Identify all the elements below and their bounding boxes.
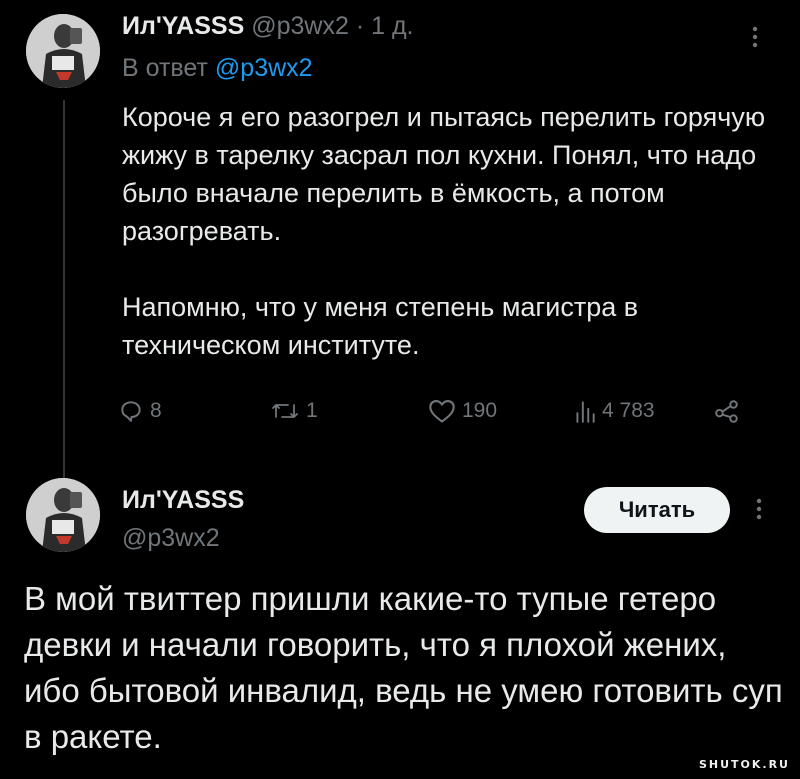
avatar[interactable] <box>26 478 100 552</box>
tweet-text: Короче я его разогрел и пытаясь перелить… <box>122 102 766 360</box>
reply-to-prefix: В ответ <box>122 54 208 82</box>
author-handle[interactable]: @p3wx2 <box>122 524 220 553</box>
more-vertical-icon[interactable] <box>752 26 758 48</box>
heart-icon <box>429 400 455 423</box>
avatar-photo-icon <box>26 478 100 552</box>
bar-chart-icon <box>576 401 595 423</box>
reply-bubble-icon <box>121 401 141 422</box>
avatar[interactable] <box>26 14 100 88</box>
more-vertical-icon[interactable] <box>756 498 762 520</box>
like-count: 190 <box>462 399 498 422</box>
retweet-count: 1 <box>306 399 318 422</box>
author-name[interactable]: Ил'YASSS <box>122 486 244 515</box>
reply-to-line: В ответ @p3wx2 <box>122 54 313 83</box>
reply-button[interactable]: 8 <box>118 398 162 424</box>
reply-to-handle[interactable]: @p3wx2 <box>215 54 313 82</box>
retweet-button[interactable]: 1 <box>270 398 318 424</box>
retweet-icon <box>272 404 298 418</box>
tweet-time[interactable]: 1 д. <box>371 12 413 40</box>
author-handle[interactable]: @p3wx2 <box>251 12 349 40</box>
share-button[interactable] <box>714 398 740 424</box>
like-button[interactable]: 190 <box>428 398 497 424</box>
share-icon <box>715 400 738 423</box>
tweet-text: В мой твиттер пришли какие-то тупые гете… <box>24 580 792 755</box>
watermark: SHUTOK.RU <box>698 758 790 771</box>
thread-connector-line <box>63 100 65 480</box>
tweet-header: Ил'YASSS @p3wx2 · 1 д. <box>122 12 414 41</box>
time-separator: · <box>355 12 365 40</box>
follow-button[interactable]: Читать <box>584 487 730 533</box>
views-button[interactable]: 4 783 <box>574 398 655 424</box>
views-count: 4 783 <box>602 399 655 422</box>
avatar-photo-icon <box>26 14 100 88</box>
author-name[interactable]: Ил'YASSS <box>122 12 244 40</box>
reply-count: 8 <box>150 399 162 422</box>
